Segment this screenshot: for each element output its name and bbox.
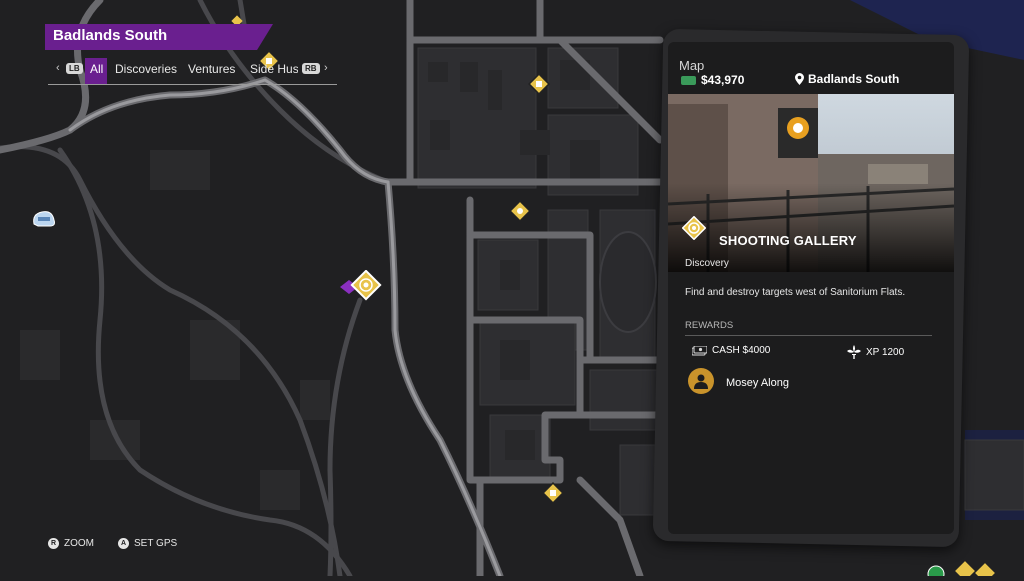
control-label-zoom: ZOOM (64, 538, 94, 549)
phone-app-title: Map (679, 58, 705, 73)
map-marker-discovery[interactable] (528, 73, 550, 95)
venture-icon[interactable] (30, 206, 58, 230)
cash-icon (681, 75, 696, 85)
fleur-de-lis-icon (847, 345, 861, 359)
location-pin-icon (795, 73, 804, 85)
rb-button-hint[interactable]: RB (302, 63, 320, 74)
activity-type: Discovery (685, 258, 729, 269)
cash-icon (692, 345, 707, 355)
a-button-icon: A (118, 538, 129, 549)
activity-description: Find and destroy targets west of Sanitor… (685, 287, 906, 298)
phone-screen: Map $43,970 Badlands South SHOOTING GALL… (668, 42, 954, 534)
rewards-label: REWARDS (685, 320, 734, 331)
mission-name: Mosey Along (726, 377, 789, 389)
control-label-set-gps: SET GPS (134, 538, 178, 549)
filter-bar: LB ‹ All Discoveries Ventures Side Hus R… (48, 58, 337, 85)
chevron-right-icon: › (324, 62, 328, 74)
activity-title: SHOOTING GALLERY (719, 233, 857, 248)
map-marker-discovery[interactable] (509, 200, 531, 222)
control-hint-set-gps: A SET GPS (118, 538, 177, 549)
map-marker-discovery[interactable] (542, 482, 564, 504)
control-hint-zoom: R ZOOM (48, 538, 94, 549)
filter-tab-ventures[interactable]: Ventures (188, 62, 235, 76)
filter-tab-discoveries[interactable]: Discoveries (115, 62, 177, 76)
reward-cash-label: CASH $4000 (712, 345, 771, 356)
filter-tab-side-hustles[interactable]: Side Hus (250, 62, 298, 76)
lb-button-hint[interactable]: LB (66, 63, 83, 74)
cash-display: $43,970 (681, 73, 744, 87)
rewards-divider (685, 335, 932, 336)
region-title: Badlands South (53, 27, 168, 44)
location-display: Badlands South (795, 72, 899, 86)
cash-amount: $43,970 (701, 73, 745, 87)
target-icon (681, 215, 707, 241)
reward-cash: CASH $4000 (692, 345, 770, 356)
chevron-left-icon: ‹ (56, 62, 60, 74)
filter-tab-all[interactable]: All (90, 62, 103, 76)
reward-xp-label: XP 1200 (866, 346, 905, 358)
mission-giver-avatar-icon (688, 368, 714, 394)
reward-xp: XP 1200 (847, 345, 904, 359)
r-stick-icon: R (48, 538, 59, 549)
map-marker-cluster[interactable] (926, 560, 1016, 581)
location-name: Badlands South (808, 72, 900, 86)
selected-shooting-gallery-marker[interactable] (338, 269, 384, 302)
